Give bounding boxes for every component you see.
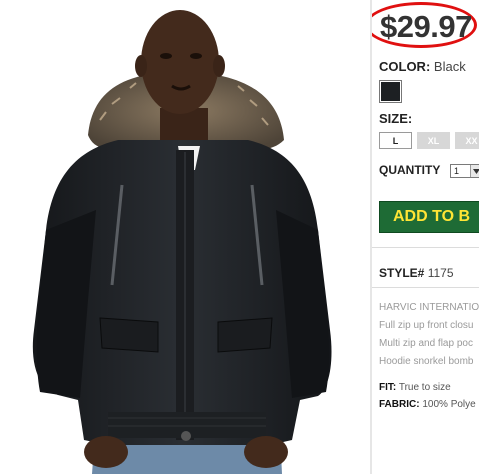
product-price: $29.97 xyxy=(380,9,472,44)
size-option-xl[interactable]: XL xyxy=(417,132,450,149)
description-line: Multi zip and flap poc xyxy=(379,338,473,349)
product-details-panel: $29.97 COLOR: Black SIZE: L XL XX QUANTI… xyxy=(372,0,479,474)
spec-fit: FIT: True to size xyxy=(379,382,451,393)
size-option-xxl[interactable]: XX xyxy=(455,132,479,149)
style-label-text: STYLE# xyxy=(379,266,425,280)
style-number: 1175 xyxy=(427,266,454,280)
section-divider xyxy=(372,247,479,248)
chevron-down-icon[interactable] xyxy=(470,165,479,177)
quantity-label: QUANTITY xyxy=(379,163,441,177)
style-number-label: STYLE# 1175 xyxy=(379,266,454,280)
color-swatch-black[interactable] xyxy=(379,80,402,103)
spec-fabric-label: FABRIC: xyxy=(379,399,420,410)
quantity-select[interactable]: 1 xyxy=(450,164,479,178)
color-label-text: COLOR: xyxy=(379,59,431,74)
add-to-bag-button[interactable]: ADD TO B xyxy=(379,201,479,233)
description-line: Full zip up front closu xyxy=(379,320,474,331)
spec-fabric: FABRIC: 100% Polye xyxy=(379,399,476,410)
spec-fit-value: True to size xyxy=(398,382,451,393)
spec-fit-label: FIT: xyxy=(379,382,397,393)
color-value: Black xyxy=(433,59,466,74)
size-options: L XL XX xyxy=(379,132,479,149)
description-line: HARVIC INTERNATION xyxy=(379,302,479,313)
section-divider xyxy=(372,287,479,288)
size-option-l[interactable]: L xyxy=(379,132,412,149)
description-line: Hoodie snorkel bomb xyxy=(379,356,474,367)
quantity-value: 1 xyxy=(454,166,460,176)
color-label: COLOR: Black xyxy=(379,59,466,74)
product-photo[interactable] xyxy=(0,0,372,474)
size-label: SIZE: xyxy=(379,111,413,126)
spec-fabric-value: 100% Polye xyxy=(422,399,476,410)
model-illustration xyxy=(32,10,332,474)
